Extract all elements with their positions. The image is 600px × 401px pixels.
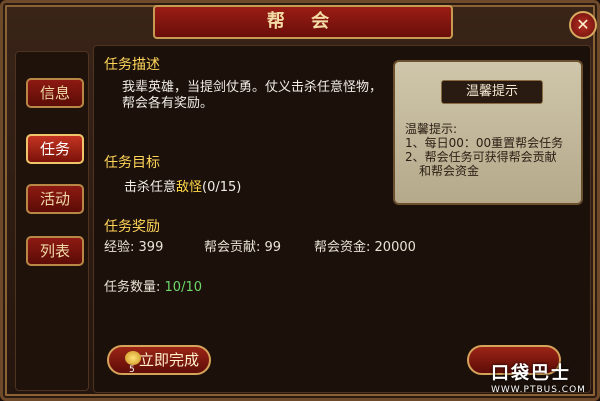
reward-exp: 经验: 399 (104, 240, 164, 255)
complete-cost: 5 (129, 365, 135, 375)
complete-now-button[interactable]: 5 立即完成 (107, 345, 211, 375)
task-goal-heading: 任务目标 (104, 155, 160, 171)
complete-now-label: 立即完成 (138, 351, 199, 369)
goal-target: 敌怪 (176, 180, 203, 195)
close-button[interactable]: ✕ (569, 11, 597, 39)
task-description-line1: 我辈英雄，当提剑仗勇。仗义击杀任意怪物， (122, 80, 383, 95)
task-description-line2: 帮会各有奖励。 (122, 96, 214, 111)
reward-funds: 帮会资金: 20000 (314, 240, 416, 255)
close-icon[interactable]: ✕ (576, 15, 589, 34)
tab-activities[interactable]: 活动 (26, 184, 84, 214)
tip-text: 温馨提示: 1、每日00：00重置帮会任务 2、帮会任务可获得帮会贡献 和帮会资… (405, 122, 564, 178)
tip-title: 温馨提示 (441, 80, 543, 104)
task-goal: 击杀任意敌怪(0/15) (124, 180, 241, 196)
watermark: 口袋巴士 WWW.PTBUS.COM (491, 363, 586, 395)
tip-panel: 温馨提示 温馨提示: 1、每日00：00重置帮会任务 2、帮会任务可获得帮会贡献… (393, 60, 583, 205)
tab-info[interactable]: 信息 (26, 78, 84, 108)
window-title: 帮 会 (153, 5, 453, 39)
tab-list[interactable]: 列表 (26, 236, 84, 266)
goal-prefix: 击杀任意 (124, 180, 177, 195)
guild-window: 帮 会 ✕ 信息 任务 活动 列表 任务描述 我辈英雄，当提剑仗勇。仗义击杀任意… (0, 0, 600, 401)
task-count: 任务数量: 10/10 (104, 280, 202, 295)
tab-tasks[interactable]: 任务 (26, 134, 84, 164)
task-reward-heading: 任务奖励 (104, 219, 160, 235)
reward-contribution: 帮会贡献: 99 (204, 240, 282, 255)
task-description-heading: 任务描述 (104, 57, 160, 73)
goal-progress: (0/15) (202, 180, 242, 195)
sidebar: 信息 任务 活动 列表 (15, 51, 89, 391)
